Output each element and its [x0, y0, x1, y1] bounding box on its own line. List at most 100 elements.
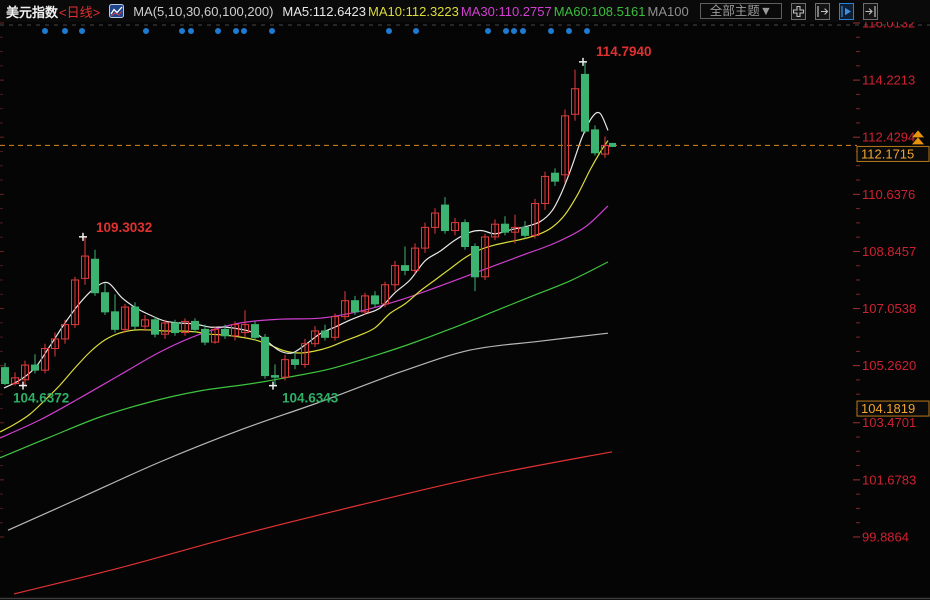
candle [112, 312, 119, 330]
candle [42, 348, 49, 370]
candle [192, 321, 199, 329]
ma-legend-item-0: MA5:112.6423 [282, 4, 366, 19]
event-dots-row [42, 28, 590, 34]
axis-price-label: 107.0538 [862, 301, 916, 316]
candle [12, 378, 19, 384]
candle [22, 365, 29, 380]
candle [502, 224, 509, 232]
trading-terminal-window: 116.0132114.2213112.4294110.6376108.8457… [0, 0, 930, 600]
candle [472, 247, 479, 277]
candle [432, 213, 439, 227]
candle [452, 223, 459, 231]
candle [602, 145, 609, 154]
symbol-title: 美元指数<日线> [6, 2, 100, 21]
candle [202, 329, 209, 342]
candle [232, 325, 239, 336]
axis-price-label: 101.6783 [862, 472, 916, 487]
price-axis: 116.0132114.2213112.4294110.6376108.8457… [0, 16, 916, 545]
candle [422, 227, 429, 248]
candle [342, 301, 349, 317]
axis-badges: 112.1715 104.1819 [857, 130, 929, 416]
axis-price-label: 108.8457 [862, 244, 916, 259]
candle [82, 256, 89, 278]
candle [362, 296, 369, 312]
candle [562, 116, 569, 175]
candle [162, 323, 169, 334]
ma-legend: MA5:112.6423MA10:112.3223MA30:110.2757MA… [282, 4, 690, 19]
axis-price-label: 110.6376 [862, 187, 915, 202]
mini-chart-icon [109, 4, 124, 18]
candle [442, 205, 449, 230]
candle [412, 248, 419, 270]
axis-badge-value: 104.1819 [861, 401, 915, 416]
candle [372, 296, 379, 304]
candle [292, 360, 299, 365]
candle [322, 331, 329, 337]
candle [352, 301, 359, 312]
candle [242, 325, 249, 333]
candle [552, 173, 559, 181]
candle [522, 227, 529, 235]
axis-price-label: 112.4294 [862, 130, 915, 145]
candle [512, 227, 519, 232]
period-label: <日线> [59, 5, 100, 20]
symbol-name: 美元指数 [6, 5, 58, 20]
extreme-price-annotation: 104.6372 [13, 391, 69, 406]
extreme-price-annotation: 114.7940 [596, 44, 652, 59]
candle [62, 325, 69, 339]
axis-shift-right-icon[interactable] [863, 3, 878, 20]
candle [222, 329, 229, 335]
chart-toolbar: 美元指数<日线> MA(5,10,30,60,100,200) MA5:112.… [0, 0, 930, 22]
candle [572, 89, 579, 114]
candle [172, 323, 179, 333]
ma-legend-item-1: MA10:112.3223 [368, 4, 459, 19]
axis-price-label: 114.2213 [862, 73, 915, 88]
ma-settings-label[interactable]: MA(5,10,30,60,100,200) [133, 4, 273, 19]
candle [72, 280, 79, 325]
candle [582, 74, 589, 131]
extreme-price-annotation: 109.3032 [96, 220, 152, 235]
candle [592, 130, 599, 153]
candle [122, 307, 129, 329]
candle [282, 360, 289, 378]
candle [152, 320, 159, 334]
axis-badge-value: 112.1715 [861, 146, 914, 161]
candlestick-chart[interactable]: 116.0132114.2213112.4294110.6376108.8457… [0, 0, 930, 600]
candle [132, 307, 139, 326]
candle [32, 365, 39, 370]
candle [382, 285, 389, 304]
axis-price-label: 105.2620 [862, 358, 916, 373]
candle [482, 237, 489, 277]
candle [402, 266, 409, 271]
axis-expand-left-icon[interactable] [815, 3, 830, 20]
theme-select-button[interactable]: 全部主题▼ [700, 3, 782, 19]
extreme-price-annotation: 104.6343 [282, 391, 339, 406]
ma-legend-item-2: MA30:110.2757 [461, 4, 552, 19]
axis-price-label: 103.4701 [862, 415, 916, 430]
candles-layer [2, 62, 617, 386]
candle [462, 223, 469, 247]
ma-legend-item-3: MA60:108.5161 [554, 4, 646, 19]
candle [492, 224, 499, 237]
candle [142, 320, 149, 326]
candle [532, 203, 539, 235]
candle [302, 344, 309, 365]
candle [182, 321, 189, 332]
candle [262, 337, 269, 375]
candle [102, 293, 109, 312]
pan-move-icon[interactable] [791, 3, 806, 20]
ma-line-MA200 [14, 452, 612, 594]
candle [52, 339, 59, 349]
ma-legend-item-4: MA100 [648, 4, 689, 19]
candle [212, 329, 219, 342]
candle [332, 317, 339, 338]
candle [2, 368, 9, 384]
axis-play-icon[interactable] [839, 3, 854, 20]
candle [92, 259, 99, 292]
axis-price-label: 99.8864 [862, 529, 909, 544]
candle [312, 331, 319, 344]
candle [272, 376, 279, 378]
candle [542, 176, 549, 203]
candle [392, 266, 399, 285]
candle [252, 325, 259, 338]
